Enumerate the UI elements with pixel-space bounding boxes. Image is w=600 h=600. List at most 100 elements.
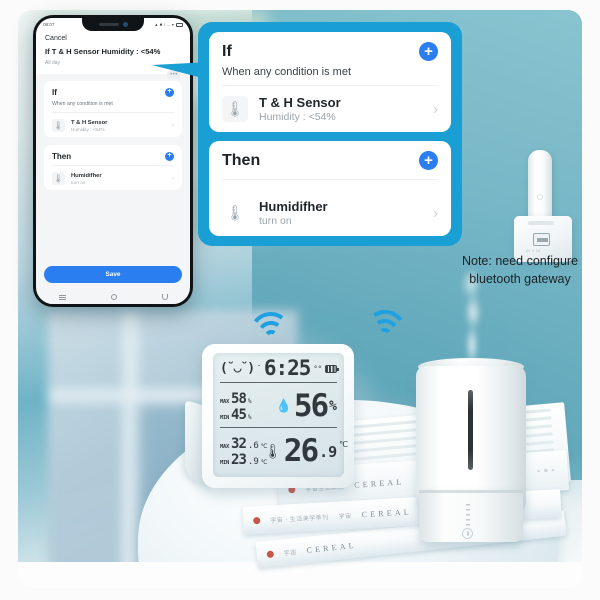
temp-min-decimal: .9	[247, 456, 259, 467]
then-device-name: Humidifher	[259, 199, 328, 214]
if-device-name: T & H Sensor	[259, 95, 341, 110]
add-condition-button[interactable]: +	[419, 42, 438, 61]
then-card-header: Then +	[52, 152, 174, 162]
then-action-text: Humidifher turn on	[71, 173, 166, 185]
temp-max-decimal: .6	[247, 440, 259, 451]
bottom-white-strip	[18, 562, 582, 588]
temp-min-value: 23	[231, 451, 247, 468]
temperature-humidity-sensor: (˘◡˘) ˜ 6:25 °° MAX 58 % MIN 45 % 💧 56 %…	[202, 344, 354, 488]
humidity-value: 56	[293, 388, 329, 425]
back-icon[interactable]	[161, 294, 168, 300]
phone-screen: 08:07 ▲ ■ ↕ … ▾ Cancel If T & H Sensor H…	[36, 18, 190, 304]
thermometer-icon: 🌡	[52, 119, 65, 133]
humidity-min-value: 45	[231, 406, 247, 423]
temperature-value: 26	[283, 433, 319, 470]
callout-if-card: If + When any condition is met 🌡 T & H S…	[209, 32, 451, 132]
note-line-1: Note: need configure	[461, 254, 579, 268]
android-nav-bar	[36, 290, 190, 304]
humidifier-water-window	[468, 390, 473, 470]
then-card-header: Then +	[222, 151, 438, 170]
temperature-unit: ℃	[339, 440, 349, 450]
book-title: CEREAL	[353, 476, 405, 490]
comfort-smiley-icon: (˘◡˘)	[220, 361, 255, 376]
battery-icon	[176, 22, 183, 27]
home-icon[interactable]	[110, 294, 117, 300]
humidity-reading: 💧 56 %	[264, 388, 337, 425]
if-device-name: T & H Sensor	[71, 119, 108, 126]
clock-ampm: °°	[313, 364, 322, 373]
phone-if-card: If + When any condition is met 🌡 T & H S…	[44, 81, 182, 138]
then-action-row[interactable]: 🌡 Humidifher turn on ›	[222, 192, 438, 227]
signal-icons: ▲ ■ ↕ … ▾	[154, 22, 174, 27]
phone-then-card: Then + 🌡 Humidifher turn on ›	[44, 145, 182, 191]
humidity-unit: %	[329, 399, 337, 414]
book-detail-lines: ≡ ≋ ≡	[536, 467, 556, 476]
add-condition-button[interactable]: +	[165, 88, 174, 98]
book-emblem	[266, 549, 275, 558]
chevron-right-icon: ›	[433, 100, 438, 118]
water-drop-icon: 💧	[275, 399, 292, 414]
then-device-desc: turn on	[71, 179, 86, 185]
then-action-row[interactable]: 🌡 Humidifher turn on ›	[52, 165, 174, 186]
book-emblem	[253, 516, 261, 524]
save-button[interactable]: Save	[44, 266, 182, 283]
bluetooth-gateway: 5V 2.1A	[514, 150, 572, 262]
then-card-title: Then	[222, 151, 261, 169]
if-card-header: If +	[52, 88, 174, 98]
chevron-right-icon: ›	[172, 175, 174, 182]
if-device-desc: Humidity : <54%	[259, 111, 336, 123]
if-condition-text: T & H Sensor Humidity : <54%	[259, 95, 422, 123]
temp-max-value: 32	[231, 435, 247, 452]
temp-max-label: MAX	[220, 443, 230, 450]
then-card-title: Then	[52, 152, 72, 162]
if-condition-row[interactable]: 🌡 T & H Sensor Humidity : <54% ›	[222, 88, 438, 123]
humidity-max-label: MAX	[220, 398, 230, 405]
power-button-icon	[462, 528, 473, 539]
humidifier	[416, 270, 526, 543]
gateway-led-icon	[537, 194, 543, 200]
phone-notch	[82, 18, 144, 31]
add-action-button[interactable]: +	[419, 151, 438, 170]
smiley-superscript: ˜	[257, 365, 261, 372]
book-subtitle: 字宙 · 生活美学季刊	[270, 514, 329, 524]
clock-time: 6:25	[263, 356, 312, 380]
humidity-max-unit: %	[247, 397, 252, 405]
earpiece-speaker	[98, 23, 119, 26]
if-card-title: If	[222, 42, 232, 60]
note-text: Note: need configure bluetooth gateway	[444, 252, 596, 288]
add-action-button[interactable]: +	[165, 152, 174, 162]
humidity-section: MAX 58 % MIN 45 % 💧 56 %	[220, 383, 337, 428]
status-time: 08:07	[43, 22, 55, 27]
humidity-minmax: MAX 58 % MIN 45 %	[220, 392, 264, 422]
humidity-min-unit: %	[247, 413, 252, 421]
front-camera-icon	[122, 22, 128, 27]
if-device-desc: Humidity : <54%	[71, 126, 105, 132]
usb-port-icon	[533, 233, 550, 246]
if-condition-row[interactable]: 🌡 T & H Sensor Humidity : <54% ›	[52, 113, 174, 133]
then-action-text: Humidifher turn on	[259, 199, 422, 227]
zoom-callout-panel: If + When any condition is met 🌡 T & H S…	[198, 22, 462, 246]
chevron-right-icon: ›	[433, 204, 438, 222]
humidifier-indicator-dots	[466, 504, 470, 526]
chevron-right-icon: ›	[172, 122, 174, 129]
temperature-decimal: .9	[319, 442, 338, 461]
temperature-section: MAX 32 .6 ℃ MIN 23 .9 ℃ 🌡 26 .9 ℃	[220, 428, 348, 472]
humidity-max-value: 58	[231, 390, 247, 407]
note-line-2: bluetooth gateway	[469, 272, 571, 287]
page-title: If T & H Sensor Humidity : <54%	[45, 47, 161, 56]
if-card-title: If	[52, 88, 57, 98]
if-condition-mode[interactable]: When any condition is met	[222, 66, 438, 86]
humidity-min-label: MIN	[220, 414, 230, 421]
recents-icon[interactable]	[58, 296, 66, 298]
if-condition-mode[interactable]: When any condition is met	[52, 101, 174, 114]
status-icons: ▲ ■ ↕ … ▾	[154, 22, 183, 27]
book-label: 字宙	[283, 549, 298, 557]
if-condition-text: T & H Sensor Humidity : <54%	[71, 120, 166, 132]
temp-min-label: MIN	[220, 459, 230, 466]
thermometer-icon: 🌡	[52, 172, 65, 186]
battery-icon	[324, 364, 339, 373]
book-label: 字宙	[338, 513, 352, 521]
callout-then-card: Then + 🌡 Humidifher turn on ›	[209, 141, 451, 236]
thermometer-icon: 🌡	[225, 205, 245, 222]
cancel-button[interactable]: Cancel	[36, 31, 190, 47]
